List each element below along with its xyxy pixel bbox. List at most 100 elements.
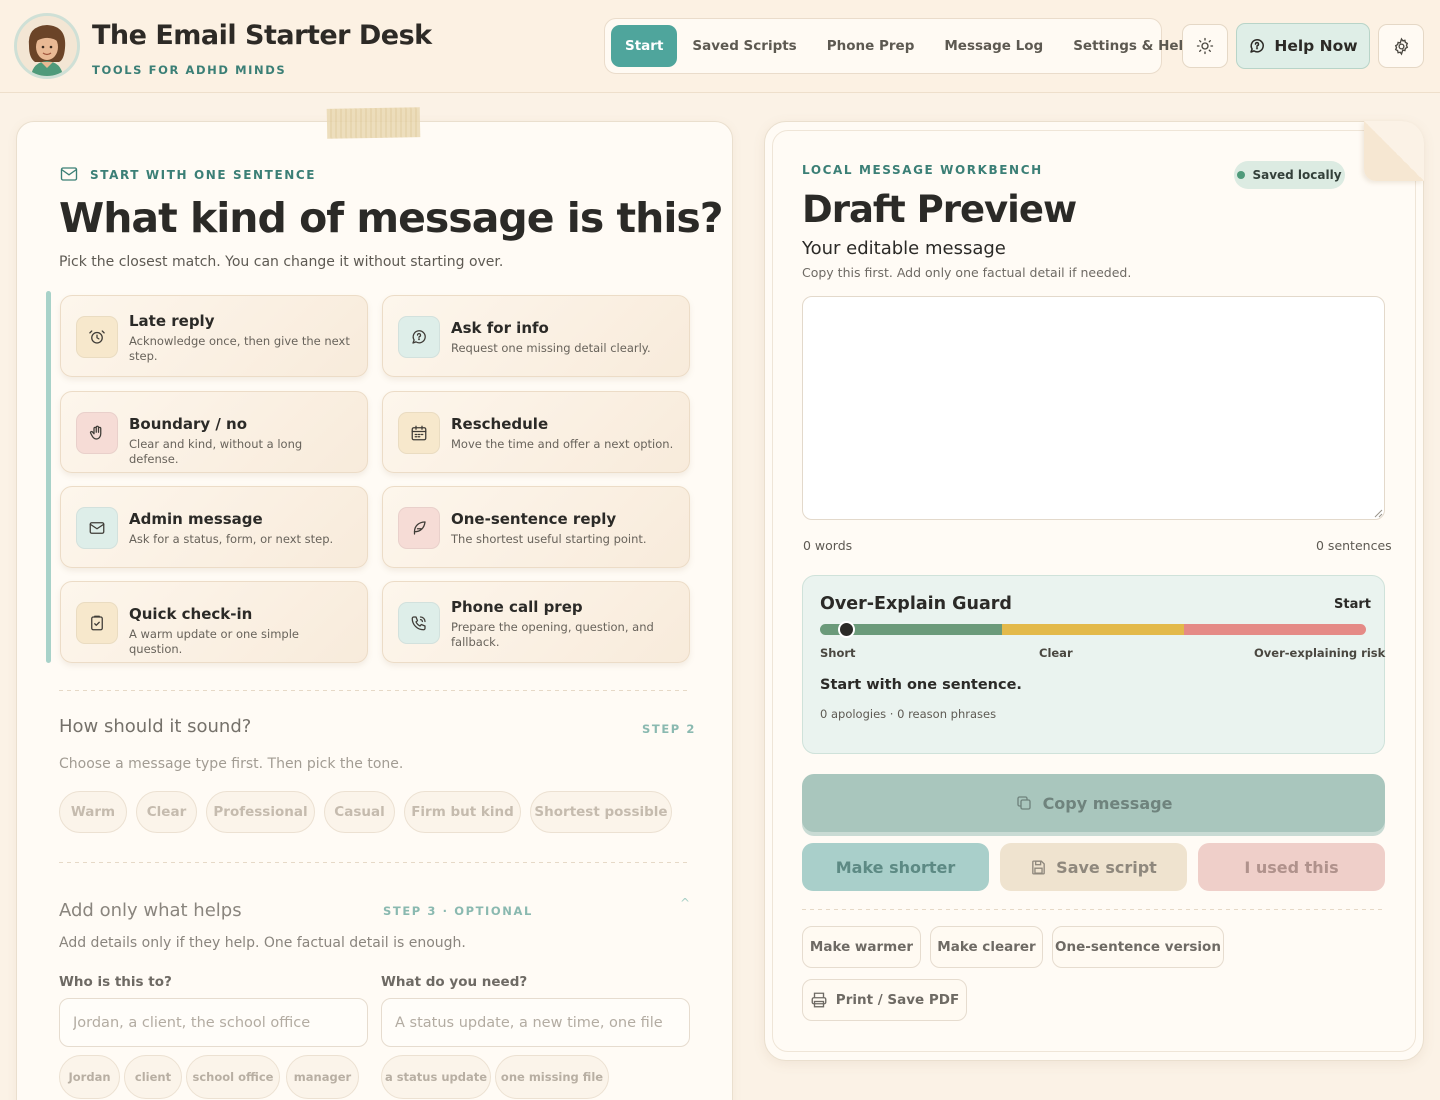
clipboard-check-icon xyxy=(76,602,118,644)
resize-handle-icon[interactable] xyxy=(1373,508,1383,518)
section-divider xyxy=(59,862,690,863)
who-label: Who is this to? xyxy=(59,974,172,990)
step2-hint: Choose a message type first. Then pick t… xyxy=(59,756,404,772)
saved-status-label: Saved locally xyxy=(1252,168,1342,182)
who-suggestion-chip[interactable]: client xyxy=(124,1055,182,1099)
message-type-card-phone-call-prep[interactable]: Phone call prep Prepare the opening, ques… xyxy=(382,581,690,663)
message-type-title: Reschedule xyxy=(451,415,549,433)
copy-icon xyxy=(1016,796,1031,810)
printer-icon xyxy=(811,992,827,1008)
message-textarea[interactable] xyxy=(802,296,1385,520)
make-shorter-button[interactable]: Make shorter xyxy=(802,843,989,891)
gear-icon xyxy=(1394,37,1408,55)
message-type-title: Boundary / no xyxy=(129,415,248,433)
message-type-description: Prepare the opening, question, and fallb… xyxy=(451,620,654,649)
preview-hint: Copy this first. Add only one factual de… xyxy=(802,265,1132,280)
make-warmer-button[interactable]: Make warmer xyxy=(802,926,921,968)
print-pdf-label: Print / Save PDF xyxy=(835,992,960,1008)
page-corner-fold xyxy=(1364,121,1424,181)
message-type-title: Admin message xyxy=(129,510,263,528)
sun-icon xyxy=(1196,37,1214,55)
i-used-this-button[interactable]: I used this xyxy=(1198,843,1385,891)
step3-tag: STEP 3 · OPTIONAL xyxy=(383,904,533,918)
meter-label-risk: Over-explaining risk xyxy=(1254,646,1386,660)
mail-icon xyxy=(60,167,78,181)
tone-chip-warm[interactable]: Warm xyxy=(59,791,127,833)
preview-eyebrow: LOCAL MESSAGE WORKBENCH xyxy=(802,163,1043,177)
help-now-button[interactable]: Help Now xyxy=(1236,23,1370,69)
who-suggestion-chip[interactable]: Jordan xyxy=(59,1055,120,1099)
message-type-description: Clear and kind, without a long defense. xyxy=(129,437,303,466)
app-subtitle: TOOLS FOR ADHD MINDS xyxy=(92,63,287,77)
mail-icon xyxy=(76,507,118,549)
message-type-description: Ask for a status, form, or next step. xyxy=(129,532,334,546)
message-type-description: Move the time and offer a next option. xyxy=(451,437,674,451)
step3-title[interactable]: Add only what helps xyxy=(59,900,242,921)
chat-question-icon xyxy=(1250,39,1265,53)
message-type-card-late-reply[interactable]: Late reply Acknowledge once, then give th… xyxy=(60,295,368,377)
app-title: The Email Starter Desk xyxy=(92,20,432,51)
nav-message-log[interactable]: Message Log xyxy=(929,25,1058,67)
message-type-description: A warm update or one simple question. xyxy=(129,627,299,656)
tone-chip-clear[interactable]: Clear xyxy=(136,791,197,833)
message-type-title: One-sentence reply xyxy=(451,510,617,528)
preview-title: Draft Preview xyxy=(802,188,1077,231)
message-type-card-admin-message[interactable]: Admin message Ask for a status, form, or … xyxy=(60,486,368,568)
guard-stats: 0 apologies · 0 reason phrases xyxy=(820,707,997,721)
who-suggestion-chip[interactable]: school office xyxy=(186,1055,280,1099)
message-type-card-boundary-no[interactable]: Boundary / no Clear and kind, without a l… xyxy=(60,391,368,473)
message-type-card-one-sentence-reply[interactable]: One-sentence reply The shortest useful st… xyxy=(382,486,690,568)
section-divider xyxy=(59,690,690,691)
preview-subtitle: Your editable message xyxy=(802,238,1006,259)
avatar xyxy=(14,13,80,79)
message-type-title: Phone call prep xyxy=(451,598,583,616)
phone-icon xyxy=(398,602,440,644)
guard-advice: Start with one sentence. xyxy=(820,677,1022,693)
message-type-card-ask-for-info[interactable]: Ask for info Request one missing detail c… xyxy=(382,295,690,377)
chat-question-icon xyxy=(398,316,440,358)
message-type-card-quick-check-in[interactable]: Quick check-in A warm update or one simpl… xyxy=(60,581,368,663)
one-sentence-version-button[interactable]: One-sentence version xyxy=(1052,926,1224,968)
copy-message-label: Copy message xyxy=(1042,793,1173,813)
guard-meter xyxy=(820,624,1366,635)
message-type-title: Quick check-in xyxy=(129,605,253,623)
nav-phone-prep[interactable]: Phone Prep xyxy=(812,25,930,67)
tone-chip-shortest-possible[interactable]: Shortest possible xyxy=(530,791,672,833)
who-suggestion-chip[interactable]: manager xyxy=(286,1055,359,1099)
collapse-chevron-icon[interactable]: ^ xyxy=(680,896,690,910)
guard-status: Start xyxy=(1334,597,1371,612)
tone-chip-firm-but-kind[interactable]: Firm but kind xyxy=(404,791,521,833)
message-type-description: Request one missing detail clearly. xyxy=(451,341,651,355)
hand-icon xyxy=(76,412,118,454)
settings-button[interactable] xyxy=(1378,24,1424,68)
i-used-this-label: I used this xyxy=(1244,857,1339,877)
copy-message-button[interactable]: Copy message xyxy=(802,774,1385,832)
message-type-description: Acknowledge once, then give the next ste… xyxy=(129,334,350,363)
theme-toggle-button[interactable] xyxy=(1182,24,1228,68)
need-input[interactable] xyxy=(381,998,690,1047)
status-dot-icon xyxy=(1237,171,1246,179)
meter-segment-risk xyxy=(1184,624,1366,635)
tone-chip-professional[interactable]: Professional xyxy=(206,791,315,833)
clock-icon xyxy=(76,316,118,358)
message-type-card-reschedule[interactable]: Reschedule Move the time and offer a next… xyxy=(382,391,690,473)
print-pdf-button[interactable]: Print / Save PDF xyxy=(802,979,967,1021)
nav-saved-scripts[interactable]: Saved Scripts xyxy=(677,25,811,67)
save-script-button[interactable]: Save script xyxy=(1000,843,1187,891)
sentence-count: 0 sentences xyxy=(1316,538,1392,553)
save-disk-icon xyxy=(1032,859,1046,875)
tone-chip-casual[interactable]: Casual xyxy=(324,791,395,833)
nav-start[interactable]: Start xyxy=(611,25,678,67)
actions-divider xyxy=(802,909,1385,910)
type-grid-accent xyxy=(46,291,51,663)
make-clearer-button[interactable]: Make clearer xyxy=(930,926,1043,968)
main-nav: Start Saved Scripts Phone Prep Message L… xyxy=(604,18,1193,74)
need-suggestion-chip[interactable]: one missing file xyxy=(495,1055,609,1099)
save-script-label: Save script xyxy=(1056,857,1157,877)
need-label: What do you need? xyxy=(381,974,528,990)
calendar-icon xyxy=(398,412,440,454)
who-input[interactable] xyxy=(59,998,368,1047)
step2-title: How should it sound? xyxy=(59,716,252,737)
word-count: 0 words xyxy=(803,538,853,553)
need-suggestion-chip[interactable]: a status update xyxy=(381,1055,491,1099)
